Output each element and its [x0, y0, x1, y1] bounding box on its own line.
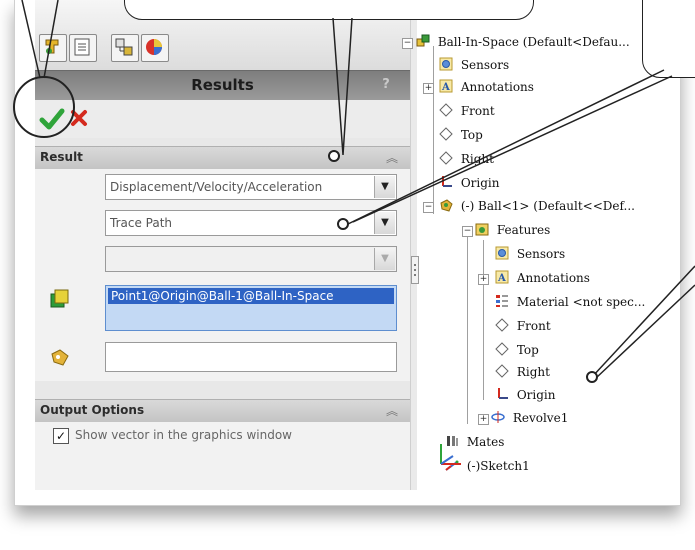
callout-leader-lines	[13, 0, 695, 379]
callout-anchor-point	[586, 371, 598, 383]
callout-anchor-point	[328, 150, 340, 162]
callout-anchor-point	[337, 218, 349, 230]
